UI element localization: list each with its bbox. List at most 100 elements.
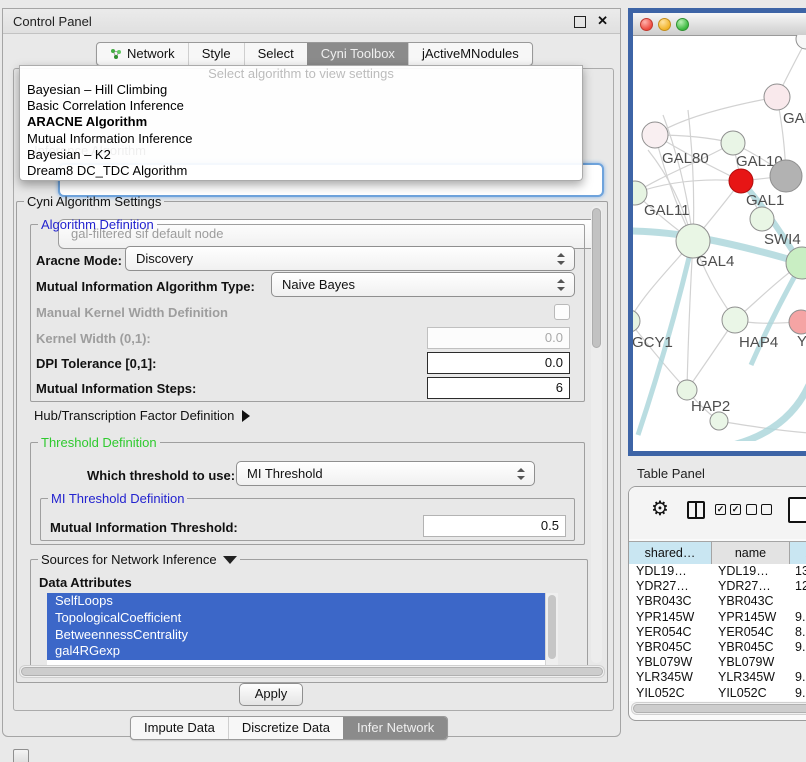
tab-cyni-toolbox[interactable]: Cyni Toolbox bbox=[307, 43, 408, 65]
settings-scrollbar[interactable] bbox=[591, 206, 602, 663]
columns-icon[interactable] bbox=[687, 501, 705, 519]
dpi-tolerance-input[interactable]: 0.0 bbox=[427, 352, 570, 374]
control-panel-tabbar: Network Style Select Cyni Toolbox jActiveMNo… bbox=[96, 42, 533, 66]
tab-jactivemnodules[interactable]: jActiveMNodules bbox=[408, 43, 532, 65]
scrollbar-thumb[interactable] bbox=[592, 208, 601, 348]
network-window-titlebar[interactable] bbox=[633, 13, 806, 36]
control-panel-titlebar[interactable]: Control Panel bbox=[3, 9, 620, 34]
network-node[interactable] bbox=[633, 310, 640, 332]
table-row[interactable]: YBR043CYBR043C bbox=[629, 594, 806, 609]
network-node[interactable] bbox=[710, 412, 728, 430]
network-node[interactable] bbox=[796, 35, 806, 49]
mi-threshold-input[interactable]: 0.5 bbox=[423, 515, 566, 537]
network-node[interactable] bbox=[786, 247, 806, 279]
tab-label: Style bbox=[202, 43, 231, 65]
manual-kernel-checkbox[interactable] bbox=[554, 304, 570, 320]
close-traffic-light-icon[interactable] bbox=[640, 18, 653, 31]
table-row[interactable]: YIL052CYIL052C9. bbox=[629, 686, 806, 701]
table-cell: YBL079W bbox=[711, 655, 788, 670]
spinner-arrows-icon bbox=[517, 468, 525, 480]
table-cell: YDR27… bbox=[711, 579, 788, 594]
kernel-width-input[interactable]: 0.0 bbox=[427, 327, 570, 349]
algorithm-option[interactable]: ARACNE Algorithm bbox=[20, 114, 582, 130]
table-row[interactable]: YLR345WYLR345W9. bbox=[629, 670, 806, 685]
table-row[interactable]: YBL079WYBL079W bbox=[629, 655, 806, 670]
show-columns-icon[interactable] bbox=[715, 504, 741, 515]
table-horizontal-scrollbar[interactable] bbox=[631, 702, 806, 715]
algorithm-option[interactable]: Mutual Information Inference bbox=[20, 131, 582, 147]
table-row[interactable]: YDR27…YDR27…12 bbox=[629, 579, 806, 594]
table-row[interactable]: YPR145WYPR145W9. bbox=[629, 610, 806, 625]
scrollbar-thumb[interactable] bbox=[21, 667, 603, 676]
unchecked-box-icon bbox=[746, 504, 757, 515]
network-canvas[interactable]: GALGAL80GAL10GAL1GAL11SWI4GAL4GCY1HAP4YH… bbox=[633, 35, 806, 441]
network-node[interactable] bbox=[789, 310, 806, 334]
data-attribute-item[interactable]: TopologicalCoefficient bbox=[47, 610, 546, 627]
table-column-header[interactable]: shared… bbox=[629, 542, 712, 564]
network-node[interactable] bbox=[764, 84, 790, 110]
panel-dock-icon[interactable] bbox=[13, 749, 29, 762]
hide-columns-icon[interactable] bbox=[746, 504, 772, 515]
settings-horizontal-scrollbar[interactable] bbox=[19, 665, 605, 678]
spinner-arrows-icon bbox=[557, 253, 565, 265]
network-node-label: HAP2 bbox=[691, 398, 730, 415]
gear-icon[interactable] bbox=[651, 499, 669, 519]
algorithm-option[interactable]: Basic Correlation Inference bbox=[20, 98, 582, 114]
data-attribute-item[interactable]: SelfLoops bbox=[47, 593, 546, 610]
scrollbar-thumb[interactable] bbox=[633, 704, 806, 713]
network-edge-thick bbox=[733, 385, 806, 441]
table-cell: YDL19… bbox=[711, 564, 788, 579]
table-row[interactable]: YER054CYER054C8. bbox=[629, 625, 806, 640]
chevron-right-icon bbox=[242, 410, 250, 422]
algorithm-option[interactable]: Bayesian – K2 bbox=[20, 147, 582, 163]
table-column-header[interactable]: name bbox=[712, 542, 790, 564]
tab-infer-network[interactable]: Infer Network bbox=[343, 717, 447, 739]
algorithm-option[interactable]: Dream8 DC_TDC Algorithm bbox=[20, 163, 582, 179]
zoom-traffic-light-icon[interactable] bbox=[676, 18, 689, 31]
network-node[interactable] bbox=[770, 160, 802, 192]
network-node[interactable] bbox=[722, 307, 748, 333]
data-attributes-list[interactable]: SelfLoopsTopologicalCoefficientBetweenne… bbox=[47, 593, 558, 665]
mi-steps-label: Mutual Information Steps: bbox=[36, 381, 196, 396]
tab-network[interactable]: Network bbox=[97, 43, 188, 65]
tab-label: Impute Data bbox=[144, 717, 215, 739]
table-row[interactable]: YBR045CYBR045C9. bbox=[629, 640, 806, 655]
data-attribute-item[interactable]: gal4RGexp bbox=[47, 643, 546, 660]
export-table-icon[interactable] bbox=[788, 497, 806, 523]
apply-button[interactable]: Apply bbox=[239, 683, 303, 706]
algorithm-option[interactable]: Bayesian – Hill Climbing bbox=[20, 82, 582, 98]
table-column-header[interactable]: A bbox=[790, 542, 806, 564]
tab-label: Cyni Toolbox bbox=[321, 43, 395, 65]
table-cell: YBL079W bbox=[629, 655, 711, 670]
network-node[interactable] bbox=[721, 131, 745, 155]
table-cell: YDR27… bbox=[629, 579, 711, 594]
network-node[interactable] bbox=[677, 380, 697, 400]
aracne-mode-combo[interactable]: Discovery bbox=[125, 246, 575, 271]
network-node[interactable] bbox=[729, 169, 753, 193]
minimize-traffic-light-icon[interactable] bbox=[658, 18, 671, 31]
which-threshold-combo[interactable]: MI Threshold bbox=[236, 461, 535, 486]
list-scrollbar[interactable] bbox=[545, 593, 558, 665]
mi-steps-input[interactable]: 6 bbox=[427, 377, 570, 399]
tab-discretize-data[interactable]: Discretize Data bbox=[228, 717, 343, 739]
network-node-label: GAL4 bbox=[696, 253, 734, 270]
data-attribute-item[interactable]: BetweennessCentrality bbox=[47, 627, 546, 644]
table-row[interactable]: YDL19…YDL19…13 bbox=[629, 564, 806, 579]
scrollbar-thumb[interactable] bbox=[548, 595, 556, 659]
float-window-icon[interactable] bbox=[574, 16, 586, 28]
network-node[interactable] bbox=[750, 207, 774, 231]
table-cell bbox=[788, 594, 806, 609]
sources-expander[interactable]: Sources for Network Inference bbox=[38, 552, 240, 567]
tab-select[interactable]: Select bbox=[244, 43, 307, 65]
close-icon[interactable] bbox=[597, 13, 608, 29]
tab-impute-data[interactable]: Impute Data bbox=[131, 717, 228, 739]
table-cell: 9. bbox=[788, 610, 806, 625]
mi-type-combo[interactable]: Naive Bayes bbox=[271, 272, 575, 297]
hub-definition-expander[interactable]: Hub/Transcription Factor Definition bbox=[34, 408, 250, 423]
network-icon bbox=[110, 48, 122, 60]
table-toolbar bbox=[629, 487, 806, 539]
table-cell: YER054C bbox=[629, 625, 711, 640]
tab-style[interactable]: Style bbox=[188, 43, 244, 65]
network-node[interactable] bbox=[642, 122, 668, 148]
table-cell: YBR045C bbox=[629, 640, 711, 655]
